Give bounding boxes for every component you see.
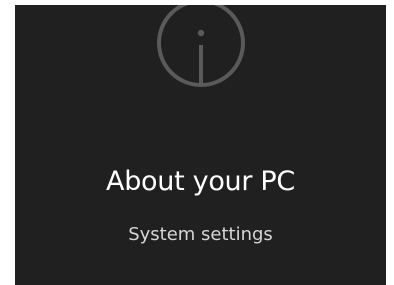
- tile-subtitle: System settings: [128, 224, 273, 245]
- about-your-pc-tile[interactable]: About your PC System settings: [15, 5, 386, 285]
- tile-title: About your PC: [106, 166, 295, 197]
- info-icon: [151, 5, 251, 91]
